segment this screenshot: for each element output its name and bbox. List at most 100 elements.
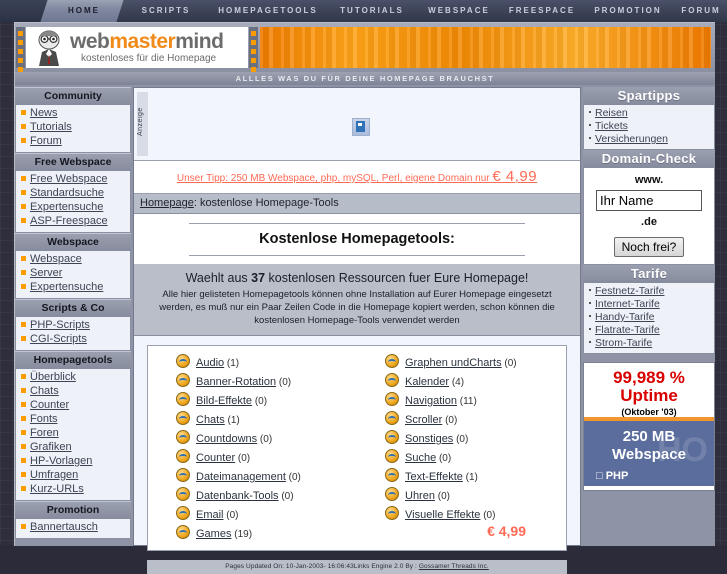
sidebar-item-label[interactable]: Foren bbox=[30, 427, 59, 439]
sidebar-item-label[interactable]: Grafiken bbox=[30, 441, 72, 453]
sidebar-item-label[interactable]: Kurz-URLs bbox=[30, 483, 84, 495]
category-label[interactable]: Bild-Effekte bbox=[196, 395, 252, 407]
nav-tab-webspace[interactable]: WEBSPACE bbox=[412, 0, 506, 22]
sidebar-item-label[interactable]: Chats bbox=[30, 385, 59, 397]
sidebar-item-tutorials[interactable]: Tutorials bbox=[16, 121, 130, 135]
sidebar-item-label[interactable]: Bannertausch bbox=[30, 521, 98, 533]
nav-tab-tutorials[interactable]: TUTORIALS bbox=[320, 0, 424, 22]
sidebar-item-php-scripts[interactable]: PHP-Scripts bbox=[16, 319, 130, 333]
tarif-flatrate-tarife[interactable]: Flatrate-Tarife bbox=[587, 324, 714, 337]
sidebar-item-kurz-urls[interactable]: Kurz-URLs bbox=[16, 483, 130, 497]
category-item-uhren[interactable]: Uhren (0) bbox=[385, 487, 566, 506]
spartipp-versicherungen[interactable]: Versicherungen bbox=[587, 133, 714, 146]
nav-tab-home[interactable]: HOME bbox=[40, 0, 128, 22]
sidebar-item-counter[interactable]: Counter bbox=[16, 399, 130, 413]
category-item-counter[interactable]: Counter (0) bbox=[176, 449, 357, 468]
nav-tab-scripts[interactable]: SCRIPTS bbox=[116, 0, 216, 22]
sidebar-item-umfragen[interactable]: Umfragen bbox=[16, 469, 130, 483]
tarif-handy-tarife[interactable]: Handy-Tarife bbox=[587, 311, 714, 324]
category-item-suche[interactable]: Suche (0) bbox=[385, 449, 566, 468]
spartipp-tickets[interactable]: Tickets bbox=[587, 120, 714, 133]
sidebar-item-fonts[interactable]: Fonts bbox=[16, 413, 130, 427]
site-logo[interactable]: webmastermind kostenloses für die Homepa… bbox=[26, 27, 248, 68]
nav-tab-freespace[interactable]: FREESPACE bbox=[494, 0, 590, 22]
sidebar-item-standardsuche[interactable]: Standardsuche bbox=[16, 187, 130, 201]
broken-image-icon[interactable] bbox=[352, 118, 370, 136]
category-item-dateimanagement[interactable]: Dateimanagement (0) bbox=[176, 468, 357, 487]
category-item-sonstiges[interactable]: Sonstiges (0) bbox=[385, 430, 566, 449]
category-label[interactable]: Dateimanagement bbox=[196, 471, 286, 483]
sidebar-item-expertensuche[interactable]: Expertensuche bbox=[16, 201, 130, 215]
sidebar-item-label[interactable]: CGI-Scripts bbox=[30, 333, 87, 345]
category-label[interactable]: Navigation bbox=[405, 395, 457, 407]
sidebar-item-label[interactable]: Server bbox=[30, 267, 62, 279]
sidebar-item-label[interactable]: News bbox=[30, 107, 58, 119]
sidebar-item-news[interactable]: News bbox=[16, 107, 130, 121]
sidebar-item-bannertausch[interactable]: Bannertausch bbox=[16, 521, 130, 535]
sidebar-item-grafiken[interactable]: Grafiken bbox=[16, 441, 130, 455]
spartipp-reisen[interactable]: Reisen bbox=[587, 107, 714, 120]
category-label[interactable]: Datenbank-Tools bbox=[196, 490, 279, 502]
category-label[interactable]: Chats bbox=[196, 414, 225, 426]
sidebar-item-label[interactable]: Expertensuche bbox=[30, 281, 103, 293]
tarif-label[interactable]: Handy-Tarife bbox=[595, 311, 655, 323]
sidebar-item-server[interactable]: Server bbox=[16, 267, 130, 281]
category-label[interactable]: Sonstiges bbox=[405, 433, 453, 445]
category-item-scroller[interactable]: Scroller (0) bbox=[385, 411, 566, 430]
sidebar-item-label[interactable]: Standardsuche bbox=[30, 187, 104, 199]
category-item-navigation[interactable]: Navigation (11) bbox=[385, 392, 566, 411]
category-item-graphen-undcharts[interactable]: Graphen undCharts (0) bbox=[385, 354, 566, 373]
sidebar-item-label[interactable]: HP-Vorlagen bbox=[30, 455, 92, 467]
breadcrumb-home-link[interactable]: Homepage bbox=[140, 197, 194, 209]
tip-link[interactable]: Unser Tipp: 250 MB Webspace, php, mySQL,… bbox=[177, 168, 537, 185]
sidebar-item-chats[interactable]: Chats bbox=[16, 385, 130, 399]
category-item-datenbank-tools[interactable]: Datenbank-Tools (0) bbox=[176, 487, 357, 506]
sidebar-item-label[interactable]: Expertensuche bbox=[30, 201, 103, 213]
tarif-strom-tarife[interactable]: Strom-Tarife bbox=[587, 337, 714, 350]
category-item-chats[interactable]: Chats (1) bbox=[176, 411, 357, 430]
sidebar-item--berblick[interactable]: Überblick bbox=[16, 371, 130, 385]
webspace-ad[interactable]: HO 250 MB Webspace □ PHP bbox=[584, 421, 714, 486]
spartipp-label[interactable]: Tickets bbox=[595, 120, 628, 132]
nav-tab-homepagetools[interactable]: HOMEPAGETOOLS bbox=[204, 0, 332, 22]
nav-tab-forum[interactable]: FORUM bbox=[666, 0, 727, 22]
sidebar-item-free-webspace[interactable]: Free Webspace bbox=[16, 173, 130, 187]
category-label[interactable]: Counter bbox=[196, 452, 235, 464]
tarif-internet-tarife[interactable]: Internet-Tarife bbox=[587, 298, 714, 311]
category-item-audio[interactable]: Audio (1) bbox=[176, 354, 357, 373]
sidebar-item-webspace[interactable]: Webspace bbox=[16, 253, 130, 267]
category-label[interactable]: Uhren bbox=[405, 490, 435, 502]
sidebar-item-label[interactable]: Forum bbox=[30, 135, 62, 147]
uptime-ad[interactable]: 99,989 % Uptime (Oktober '03) HO 250 MB … bbox=[583, 362, 715, 491]
domain-name-input[interactable] bbox=[596, 190, 702, 211]
category-item-countdowns[interactable]: Countdowns (0) bbox=[176, 430, 357, 449]
spartipp-label[interactable]: Versicherungen bbox=[595, 133, 668, 145]
sidebar-item-label[interactable]: Überblick bbox=[30, 371, 76, 383]
domain-check-button[interactable]: Noch frei? bbox=[613, 237, 685, 257]
category-label[interactable]: Graphen undCharts bbox=[405, 357, 502, 369]
category-item-banner-rotation[interactable]: Banner-Rotation (0) bbox=[176, 373, 357, 392]
category-label[interactable]: Countdowns bbox=[196, 433, 257, 445]
category-label[interactable]: Visuelle Effekte bbox=[405, 509, 480, 521]
sidebar-item-forum[interactable]: Forum bbox=[16, 135, 130, 149]
category-label[interactable]: Email bbox=[196, 509, 224, 521]
footer-link[interactable]: Gossamer Threads Inc. bbox=[419, 563, 489, 570]
category-item-bild-effekte[interactable]: Bild-Effekte (0) bbox=[176, 392, 357, 411]
sidebar-item-asp-freespace[interactable]: ASP-Freespace bbox=[16, 215, 130, 229]
spartipp-label[interactable]: Reisen bbox=[595, 107, 628, 119]
sidebar-item-label[interactable]: Webspace bbox=[30, 253, 82, 265]
category-label[interactable]: Kalender bbox=[405, 376, 449, 388]
sidebar-item-label[interactable]: Counter bbox=[30, 399, 69, 411]
sidebar-item-label[interactable]: Umfragen bbox=[30, 469, 78, 481]
tarif-festnetz-tarife[interactable]: Festnetz-Tarife bbox=[587, 285, 714, 298]
sidebar-item-label[interactable]: PHP-Scripts bbox=[30, 319, 90, 331]
sidebar-item-hp-vorlagen[interactable]: HP-Vorlagen bbox=[16, 455, 130, 469]
sidebar-item-label[interactable]: Free Webspace bbox=[30, 173, 107, 185]
category-item-kalender[interactable]: Kalender (4) bbox=[385, 373, 566, 392]
category-label[interactable]: Audio bbox=[196, 357, 224, 369]
sidebar-item-label[interactable]: Tutorials bbox=[30, 121, 72, 133]
tarif-label[interactable]: Strom-Tarife bbox=[595, 337, 652, 349]
category-label[interactable]: Scroller bbox=[405, 414, 442, 426]
sidebar-item-label[interactable]: Fonts bbox=[30, 413, 58, 425]
category-label[interactable]: Banner-Rotation bbox=[196, 376, 276, 388]
